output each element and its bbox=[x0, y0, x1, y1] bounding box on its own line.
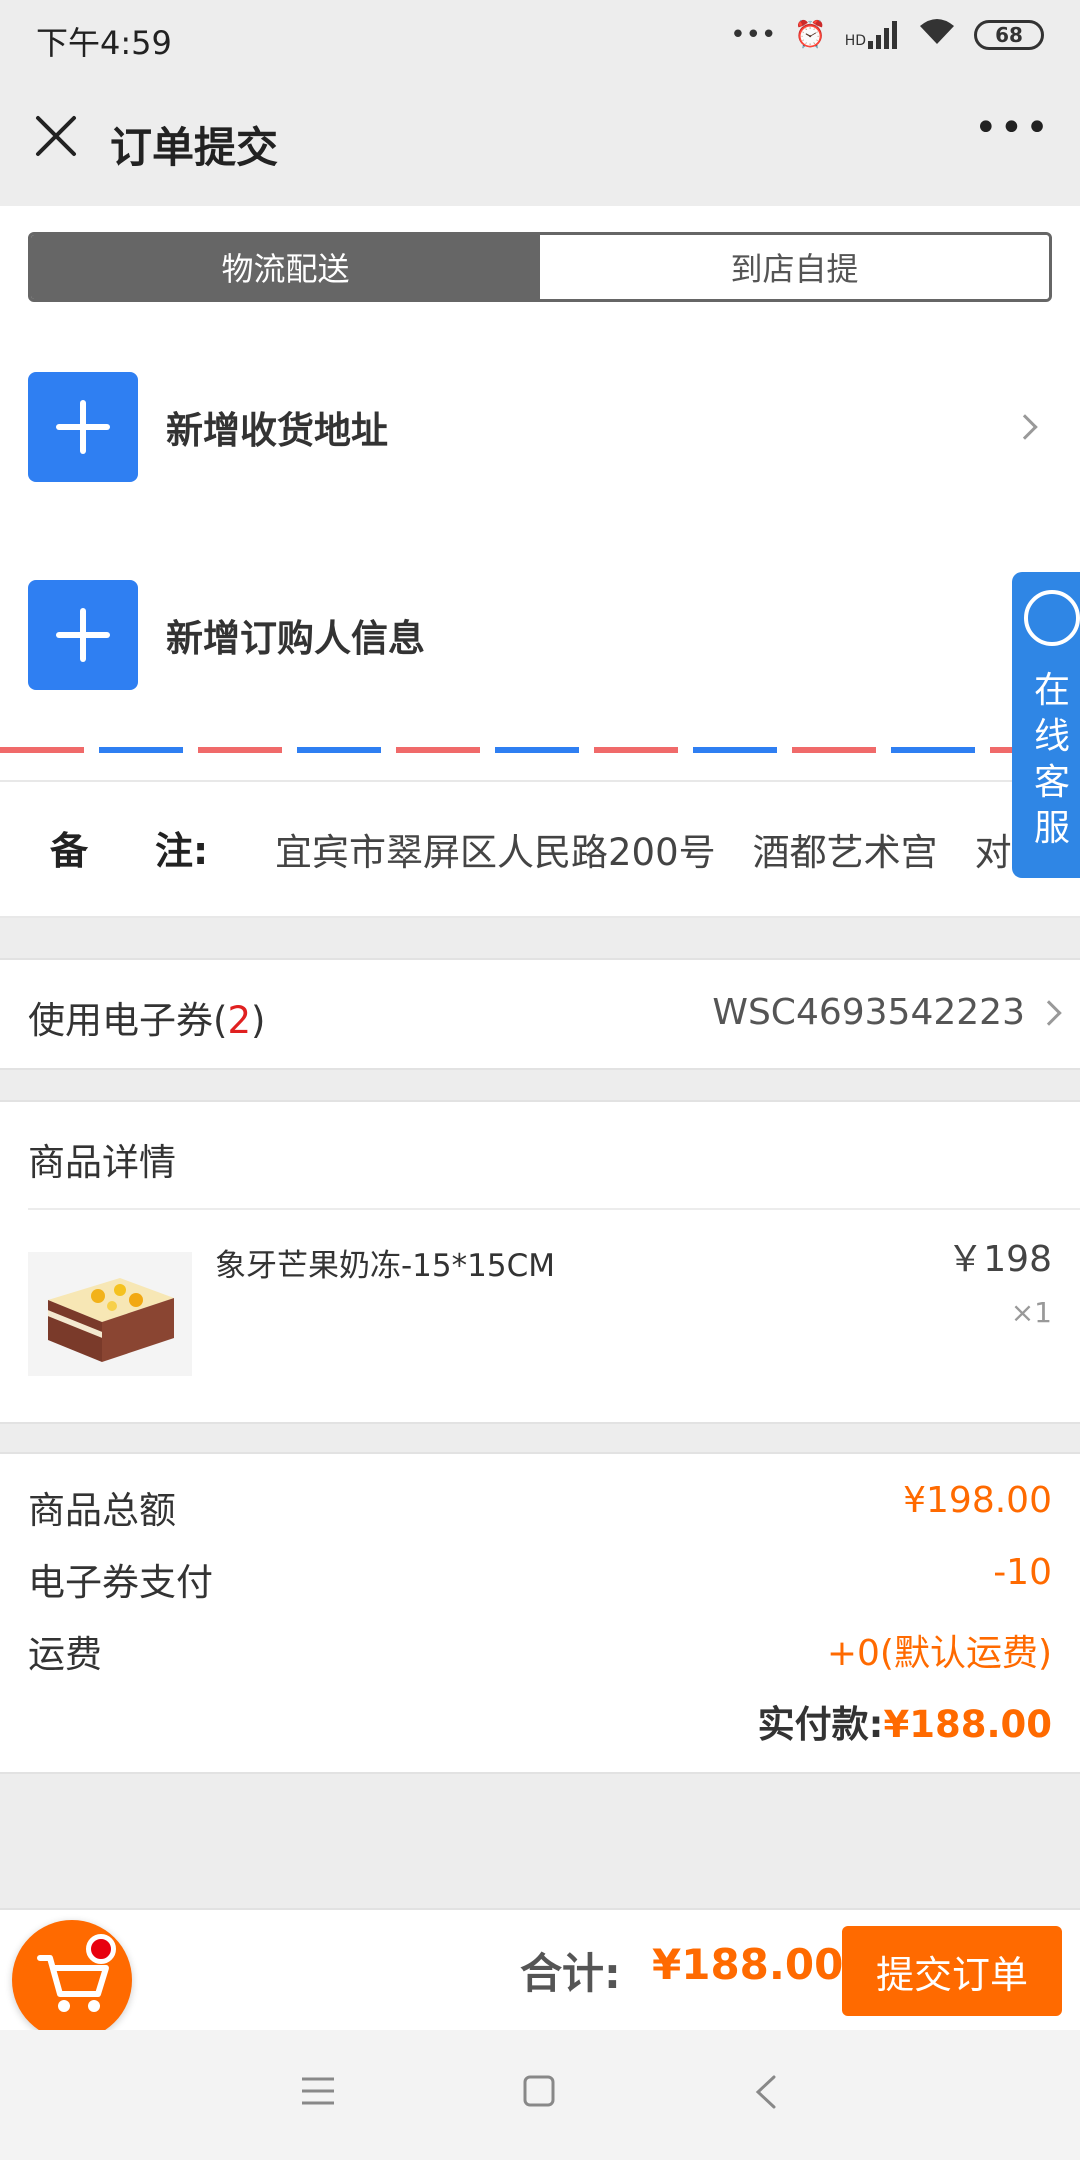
cart-icon bbox=[37, 1955, 109, 2012]
sum-label: 合计: bbox=[520, 1949, 621, 1998]
subtotal-label: 商品总额 bbox=[28, 1489, 176, 1532]
goods-section: 商品详情 象牙芒果奶冻-15*15CM ￥198 ×1 bbox=[0, 1100, 1080, 1424]
add-buyer-plus-icon bbox=[28, 580, 138, 690]
signal-icon: HD bbox=[844, 20, 900, 49]
subtotal-value: ¥198.00 bbox=[903, 1480, 1052, 1521]
coupon-row[interactable]: 使用电子券(2) WSC4693542223 bbox=[0, 958, 1080, 1070]
coupon-count: 2 bbox=[227, 999, 251, 1042]
close-icon[interactable] bbox=[28, 108, 84, 164]
battery-icon: 68 bbox=[974, 19, 1044, 50]
page-title: 订单提交 bbox=[110, 123, 279, 172]
delivery-tabs: 物流配送 到店自提 bbox=[28, 232, 1052, 302]
coupon-label-close: ) bbox=[250, 999, 266, 1042]
coupon-pay-label: 电子券支付 bbox=[28, 1561, 213, 1604]
nav-bar: 订单提交 ••• bbox=[0, 78, 1080, 206]
status-icons: ••• ⏰ HD 68 bbox=[730, 16, 1044, 53]
divider bbox=[28, 1208, 1080, 1210]
shipping-value: +0(默认运费) bbox=[826, 1633, 1052, 1674]
more-icon[interactable]: ••• bbox=[974, 108, 1049, 164]
online-service-button[interactable]: 在线客服 bbox=[1012, 572, 1080, 878]
add-address-row[interactable]: 新增收货地址 bbox=[0, 362, 1080, 492]
submit-order-button[interactable]: 提交订单 bbox=[842, 1926, 1062, 2016]
coupon-pay-value: -10 bbox=[993, 1552, 1052, 1593]
tab-pickup[interactable]: 到店自提 bbox=[540, 235, 1049, 299]
alarm-icon: ⏰ bbox=[794, 19, 827, 50]
goods-price: ￥198 bbox=[947, 1239, 1052, 1280]
coupon-label: 使用电子券(2) bbox=[28, 990, 265, 1044]
goods-image bbox=[28, 1252, 192, 1376]
shipping-label: 运费 bbox=[28, 1633, 102, 1676]
chevron-right-icon bbox=[1012, 414, 1038, 440]
memo-label-2: 注: bbox=[155, 829, 209, 873]
add-buyer-label: 新增订购人信息 bbox=[166, 617, 425, 660]
envelope-stripe bbox=[0, 747, 1080, 753]
system-nav-bar bbox=[0, 2030, 1080, 2160]
chevron-right-icon bbox=[1036, 1000, 1062, 1026]
add-buyer-row[interactable]: 新增订购人信息 bbox=[0, 570, 1080, 700]
status-time: 下午4:59 bbox=[36, 24, 172, 62]
action-bar: 合计: ¥188.00 提交订单 bbox=[0, 1908, 1080, 2040]
back-icon[interactable] bbox=[754, 2074, 778, 2114]
tab-logistics[interactable]: 物流配送 bbox=[31, 235, 540, 299]
goods-name: 象牙芒果奶冻-15*15CM bbox=[215, 1248, 555, 1284]
actual-pay-label: 实付款: bbox=[757, 1703, 884, 1746]
divider bbox=[0, 916, 1080, 918]
cart-button[interactable] bbox=[12, 1920, 132, 2040]
menu-icon[interactable] bbox=[300, 2076, 336, 2110]
wifi-icon bbox=[918, 16, 956, 53]
cart-badge bbox=[86, 1934, 116, 1964]
totals-section: 商品总额 ¥198.00 电子券支付 -10 运费 +0(默认运费) 实付款:¥… bbox=[0, 1452, 1080, 1774]
actual-pay-row: 实付款:¥188.00 bbox=[758, 1694, 1052, 1748]
headset-icon bbox=[1024, 590, 1080, 646]
goods-title: 商品详情 bbox=[28, 1141, 176, 1184]
goods-qty: ×1 bbox=[1010, 1296, 1052, 1329]
memo-text[interactable]: 宜宾市翠屏区人民路200号 酒都艺术宫 对面 bbox=[275, 822, 1035, 876]
status-bar: 下午4:59 ••• ⏰ HD 68 bbox=[0, 0, 1080, 78]
coupon-code: WSC4693542223 bbox=[712, 992, 1025, 1033]
more-dots-icon: ••• bbox=[730, 19, 777, 50]
coupon-label-text: 使用电子券( bbox=[28, 999, 228, 1042]
delivery-section bbox=[0, 206, 1080, 918]
memo-label-1: 备 bbox=[50, 829, 89, 873]
add-address-label: 新增收货地址 bbox=[166, 409, 388, 452]
divider bbox=[0, 780, 1080, 782]
online-service-label: 在线客服 bbox=[1033, 670, 1070, 849]
add-address-plus-icon bbox=[28, 372, 138, 482]
battery-level: 68 bbox=[995, 22, 1023, 47]
home-icon[interactable] bbox=[522, 2074, 556, 2112]
actual-pay-value: ¥188.00 bbox=[883, 1703, 1052, 1746]
signal-hd-label: HD bbox=[844, 32, 866, 49]
sum-value: ¥188.00 bbox=[652, 1940, 844, 1989]
